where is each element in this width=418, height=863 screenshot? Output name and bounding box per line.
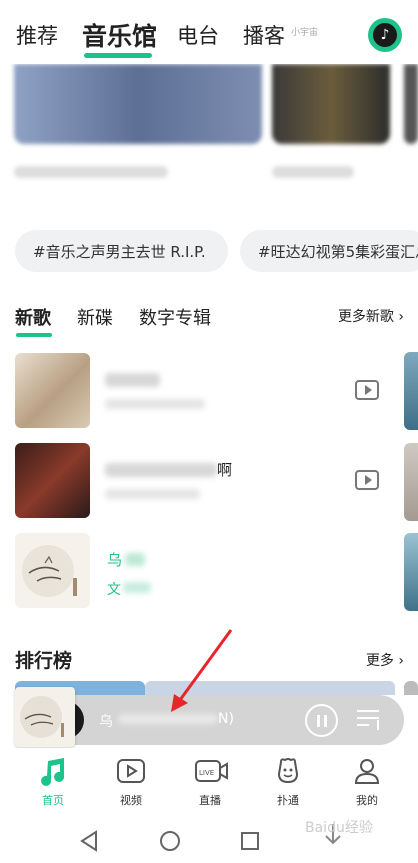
- banner-caption: [272, 166, 354, 178]
- mini-player-cover[interactable]: [15, 687, 75, 747]
- side-thumbnail[interactable]: [404, 533, 418, 611]
- ranking-more-label: 更多: [365, 653, 394, 669]
- pause-button[interactable]: [305, 704, 338, 737]
- profile-icon: [352, 756, 382, 786]
- song-title-blurred: [105, 373, 160, 387]
- ranking-more-link[interactable]: 更多 ›: [366, 650, 404, 670]
- song-title-char: 乌: [107, 551, 123, 569]
- song-artist-blurred: [123, 582, 151, 593]
- song-row[interactable]: 啊: [15, 443, 395, 518]
- playlist-icon[interactable]: [357, 708, 383, 732]
- video-play-icon: [116, 756, 146, 786]
- chevron-right-icon: ›: [398, 653, 404, 669]
- music-note-icon: ♪: [373, 23, 397, 47]
- hashtag-chip-label: #音乐之声男主去世 R.I.P.: [33, 242, 206, 261]
- song-row[interactable]: [15, 353, 395, 428]
- hashtag-chip[interactable]: #旺达幻视第5集彩蛋汇总: [240, 230, 418, 272]
- ranking-card[interactable]: [404, 681, 418, 695]
- banner-caption: [14, 166, 168, 178]
- song-artist-char: 文: [107, 582, 121, 598]
- music-note-icon: [38, 756, 68, 786]
- back-icon: [80, 830, 97, 852]
- podcast-sub-label: 小宇宙: [291, 28, 319, 38]
- song-artist-blurred: [105, 489, 200, 499]
- song-cover: [15, 353, 90, 428]
- video-play-icon[interactable]: [355, 380, 379, 400]
- svg-text:LIVE: LIVE: [199, 769, 214, 777]
- nav-profile-label: 我的: [356, 794, 378, 807]
- tab-podcast[interactable]: 播客: [243, 20, 285, 50]
- section-tab-new-songs[interactable]: 新歌: [15, 304, 51, 330]
- song-row[interactable]: 乌 文: [15, 533, 395, 608]
- nav-home[interactable]: 首页: [23, 756, 83, 808]
- tab-radio[interactable]: 电台: [177, 20, 219, 50]
- nav-home-label: 首页: [42, 794, 64, 807]
- song-artist-blurred: [105, 399, 205, 409]
- mini-player-title-blurred: [118, 714, 218, 724]
- section-tab-indicator: [16, 333, 52, 337]
- nav-live[interactable]: LIVE 直播: [180, 756, 240, 808]
- section-tab-new-albums[interactable]: 新碟: [77, 304, 113, 330]
- nav-video-label: 视频: [120, 794, 142, 807]
- ranking-title: 排行榜: [15, 650, 73, 672]
- watermark: Baidu经验: [305, 820, 373, 836]
- nav-profile[interactable]: 我的: [337, 756, 397, 808]
- side-thumbnail[interactable]: [404, 352, 418, 430]
- nav-putong-label: 扑通: [277, 794, 299, 807]
- video-play-icon[interactable]: [355, 470, 379, 490]
- ink-painting-icon: [20, 696, 64, 738]
- banner-card[interactable]: [404, 64, 418, 144]
- nav-putong[interactable]: 扑通: [258, 756, 318, 808]
- banner-card[interactable]: [14, 64, 262, 144]
- more-new-songs-label: 更多新歌: [337, 309, 394, 325]
- song-cover: [15, 533, 90, 608]
- section-tab-digital-albums[interactable]: 数字专辑: [139, 304, 211, 330]
- nav-live-label: 直播: [199, 794, 221, 807]
- mini-player-title-prefix: 乌: [99, 714, 113, 730]
- recents-icon: [241, 832, 259, 850]
- nav-video[interactable]: 视频: [101, 756, 161, 808]
- chevron-right-icon: ›: [398, 309, 404, 325]
- song-cover: [15, 443, 90, 518]
- tab-recommend[interactable]: 推荐: [16, 20, 58, 50]
- ranking-card[interactable]: [145, 681, 395, 695]
- bottom-nav: 首页 视频 LIVE 直播 扑通 我的: [0, 748, 418, 816]
- song-title-blurred: [105, 463, 217, 477]
- live-icon: LIVE: [195, 756, 228, 786]
- song-title-blurred: [125, 553, 145, 566]
- tab-active-indicator: [84, 53, 152, 58]
- home-icon: [160, 831, 180, 851]
- banner-carousel[interactable]: [0, 64, 418, 204]
- putong-icon: [273, 756, 303, 786]
- ink-painting-icon: [22, 545, 77, 597]
- side-thumbnail[interactable]: [404, 443, 418, 521]
- now-playing-button[interactable]: ♪: [368, 18, 402, 52]
- banner-card[interactable]: [272, 64, 390, 144]
- top-tab-bar: 推荐 音乐馆 电台 播客 小宇宙 ♪: [0, 0, 418, 64]
- hashtag-chip[interactable]: #音乐之声男主去世 R.I.P.: [15, 230, 228, 272]
- more-new-songs-link[interactable]: 更多新歌 ›: [338, 306, 404, 326]
- hashtag-chip-label: #旺达幻视第5集彩蛋汇总: [258, 242, 418, 261]
- tab-music-hall[interactable]: 音乐馆: [82, 17, 157, 53]
- song-title-suffix: 啊: [217, 461, 233, 479]
- mini-player-title-suffix: N): [218, 711, 234, 727]
